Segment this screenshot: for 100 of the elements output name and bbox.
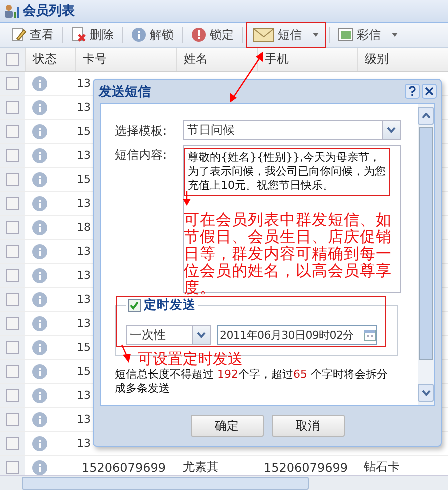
chevron-down-icon — [422, 390, 430, 396]
checkbox[interactable] — [6, 125, 19, 138]
chevron-up-icon — [422, 113, 430, 119]
message-field[interactable]: 尊敬的{姓名}{性别}},今天为母亲节，为了表示问候，我公司已向你问候，为您充值上10元。祝您节日快乐。 可在会员列表中群发短信、如节假日、会员生日、店庆促销日等，群发内容可精确到每一位会员的姓名，以高会员尊享度。 — [183, 145, 401, 293]
table-cell: 15 — [77, 341, 91, 354]
checkbox[interactable] — [6, 365, 19, 378]
table-cell: 15 — [77, 125, 91, 138]
table-cell: 18 — [77, 221, 91, 234]
checkbox[interactable] — [6, 413, 19, 426]
close-icon[interactable] — [422, 84, 437, 99]
field-label: 选择模板: — [115, 122, 168, 140]
table-cell: 13 — [77, 269, 91, 282]
arrow — [183, 191, 191, 206]
chevron-down-icon — [387, 127, 396, 133]
length-note: 短信总长度不得超过 192个字，超过65 个字时将会拆分成多条发送 — [115, 368, 389, 396]
horizontal-scrollbar[interactable] — [0, 475, 448, 490]
info-icon — [32, 340, 48, 356]
checkbox[interactable] — [6, 293, 19, 306]
image-icon — [338, 27, 354, 43]
cancel-button[interactable]: 取消 — [272, 415, 344, 437]
info-icon — [32, 100, 48, 116]
frequency-dropdown[interactable]: 一次性 — [126, 325, 211, 345]
members-icon — [4, 3, 20, 19]
toolbar-button[interactable]: 彩信 — [333, 22, 403, 48]
annotation-text: 可设置定时发送 — [138, 350, 243, 368]
checkbox[interactable] — [6, 77, 19, 90]
table-cell: 13 — [77, 437, 91, 450]
ok-button[interactable]: 确定 — [190, 415, 264, 437]
checkbox[interactable] — [6, 173, 19, 186]
checkbox[interactable] — [6, 461, 19, 474]
caret-icon — [392, 33, 398, 37]
checkbox-label: 定时发送 — [144, 297, 196, 314]
info-icon — [32, 364, 48, 380]
checkbox[interactable] — [6, 269, 19, 282]
checkbox[interactable] — [6, 53, 19, 66]
info-icon — [32, 76, 48, 92]
checkbox[interactable] — [6, 101, 19, 114]
arrow — [121, 344, 131, 363]
info-icon — [32, 268, 48, 284]
chevron-down-icon — [197, 332, 206, 338]
checkbox[interactable] — [6, 341, 19, 354]
checkbox[interactable] — [6, 221, 19, 234]
table-cell: 15 — [77, 365, 91, 378]
delete-icon — [71, 27, 87, 43]
info-icon — [32, 148, 48, 164]
info-icon — [32, 172, 48, 188]
table-cell: 13 — [77, 77, 91, 90]
column-header[interactable]: 级别 — [357, 48, 440, 71]
toolbar-button[interactable]: 解锁 — [126, 22, 179, 48]
toolbar-button[interactable]: 锁定 — [186, 22, 239, 48]
panel-title: 会员列表 — [23, 3, 75, 20]
table-cell: 13 — [77, 101, 91, 114]
toolbar-button[interactable]: 查看 — [6, 22, 59, 48]
template-dropdown[interactable]: 节日问候 — [183, 120, 401, 140]
table-cell: 13 — [77, 245, 91, 258]
table-cell: 尤素其 — [183, 459, 219, 476]
dialog-title: 发送短信 — [99, 84, 152, 100]
checkbox[interactable] — [6, 437, 19, 450]
checkbox[interactable] — [6, 389, 19, 402]
column-header[interactable]: 状态 — [25, 48, 75, 71]
alert-icon — [191, 27, 207, 43]
help-icon[interactable] — [405, 84, 420, 99]
info-icon — [32, 292, 48, 308]
envelope-icon — [253, 27, 275, 43]
table-cell: 13 — [77, 197, 91, 210]
vertical-scrollbar[interactable] — [418, 104, 434, 405]
checkbox[interactable] — [6, 245, 19, 258]
info-icon — [32, 412, 48, 428]
message-text: 尊敬的{姓名}{性别}},今天为母亲节，为了表示问候，我公司已向你问候，为您充值上10元。祝您节日快乐。 — [184, 148, 390, 196]
arrow — [230, 52, 263, 103]
table-cell: 15206079699 — [264, 460, 348, 474]
checkbox[interactable] — [6, 197, 19, 210]
calendar-icon — [364, 329, 376, 341]
info-icon — [32, 436, 48, 452]
info-icon — [32, 460, 48, 476]
table-cell: 15206079699 — [82, 460, 166, 474]
column-header[interactable]: 卡号 — [75, 48, 176, 71]
checkbox[interactable] — [6, 149, 19, 162]
info-icon — [32, 244, 48, 260]
info-icon — [32, 124, 48, 140]
info-icon — [32, 220, 48, 236]
info-icon — [131, 27, 147, 43]
table-cell: 13 — [77, 389, 91, 402]
info-icon — [32, 316, 48, 332]
table-cell: 13 — [77, 149, 91, 162]
checkbox[interactable] — [128, 299, 141, 312]
info-icon — [32, 196, 48, 212]
table-cell: 钻石卡 — [364, 459, 400, 476]
field-label: 短信内容: — [115, 147, 168, 164]
datetime-field[interactable]: 2011年06月30日09时02分 — [217, 325, 377, 345]
toolbar-button[interactable]: 删除 — [66, 22, 119, 48]
table-cell: 15 — [77, 173, 91, 186]
edit-icon — [11, 27, 27, 43]
toolbar-button[interactable]: 短信 — [246, 22, 326, 48]
table-cell: 13 — [77, 317, 91, 330]
info-icon — [32, 388, 48, 404]
checkbox[interactable] — [6, 317, 19, 330]
check-icon — [130, 301, 139, 310]
table-cell: 13 — [77, 293, 91, 306]
table-cell: 13 — [77, 413, 91, 426]
